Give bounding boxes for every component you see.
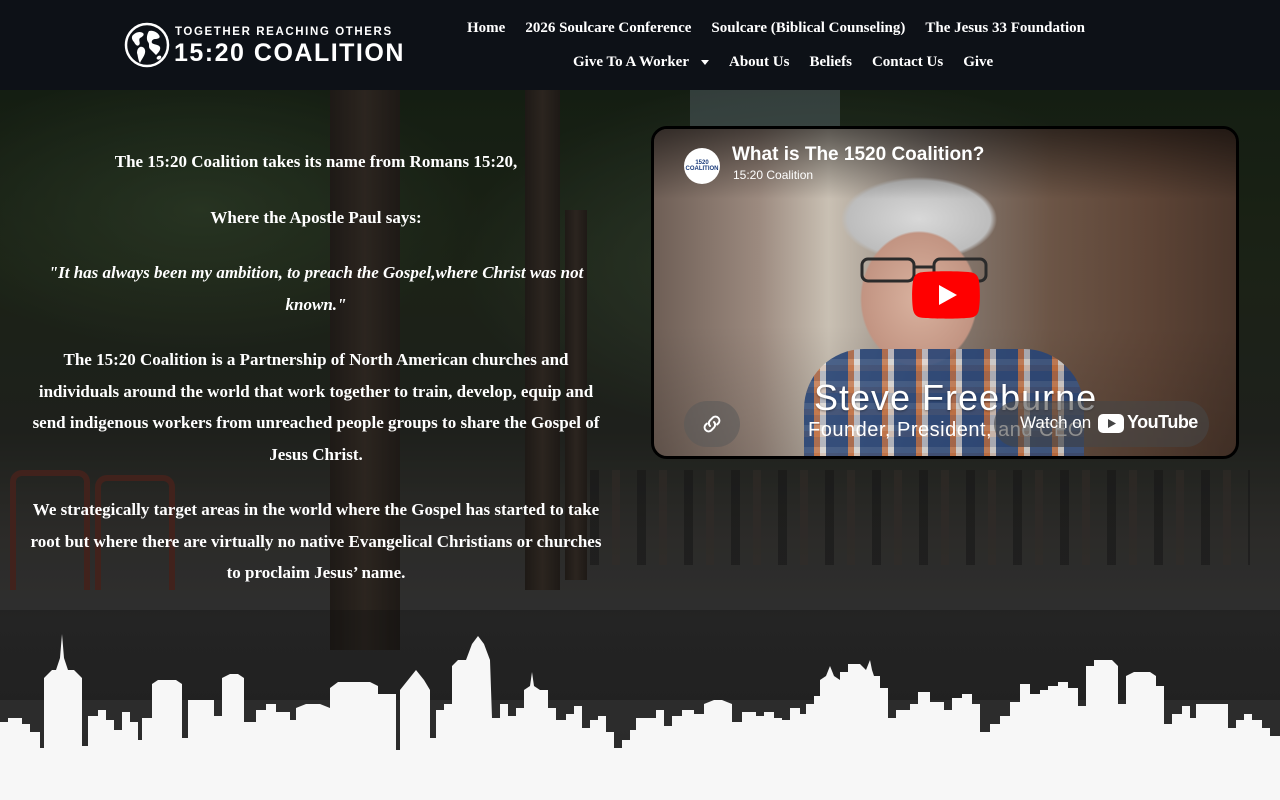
youtube-icon: [1098, 414, 1124, 433]
logo-tagline: TOGETHER REACHING OTHERS: [175, 26, 393, 38]
copy-link-button[interactable]: [684, 401, 740, 447]
site-logo[interactable]: TOGETHER REACHING OTHERS 15:20 COALITION: [124, 22, 403, 70]
nav-give[interactable]: Give: [953, 52, 1003, 72]
nav-give-to-a-worker-label: Give To A Worker: [573, 54, 689, 70]
primary-nav-row-1: Home 2026 Soulcare Conference Soulcare (…: [457, 18, 1095, 38]
nav-home[interactable]: Home: [457, 18, 515, 38]
hero-intro: The 15:20 Coalition takes its name from …: [114, 152, 518, 171]
channel-avatar-text: 1520 COALITION: [685, 160, 719, 172]
watch-on-label: Watch on: [1020, 413, 1092, 432]
nav-beliefs[interactable]: Beliefs: [799, 52, 862, 72]
youtube-wordmark: YouTube: [1127, 412, 1198, 432]
primary-nav-row-2: Give To A Worker About Us Beliefs Contac…: [563, 52, 1003, 72]
hero-strategy: We strategically target areas in the wor…: [30, 500, 602, 582]
globe-icon: [124, 22, 170, 68]
nav-give-to-a-worker[interactable]: Give To A Worker: [563, 52, 719, 72]
nav-soulcare-counseling[interactable]: Soulcare (Biblical Counseling): [701, 18, 915, 38]
watch-on-youtube-button[interactable]: Watch on YouTube: [994, 401, 1209, 447]
logo-name: 15:20 COALITION: [174, 39, 405, 67]
nav-contact-us[interactable]: Contact Us: [862, 52, 953, 72]
nav-soulcare-conference[interactable]: 2026 Soulcare Conference: [515, 18, 701, 38]
hero-quote: "It has always been my ambition, to prea…: [48, 263, 584, 314]
chevron-down-icon: [701, 59, 709, 65]
nav-jesus-33-foundation[interactable]: The Jesus 33 Foundation: [915, 18, 1095, 38]
city-skyline-divider: [0, 634, 1280, 800]
link-icon: [703, 415, 721, 433]
hero-partnership: The 15:20 Coalition is a Partnership of …: [32, 350, 600, 464]
hero-text: The 15:20 Coalition takes its name from …: [30, 146, 602, 613]
channel-avatar[interactable]: 1520 COALITION: [684, 148, 720, 184]
play-icon[interactable]: [912, 271, 980, 319]
youtube-video-embed[interactable]: 1520 COALITION What is The 1520 Coalitio…: [651, 126, 1239, 459]
site-header: TOGETHER REACHING OTHERS 15:20 COALITION…: [0, 0, 1280, 90]
video-channel[interactable]: 15:20 Coalition: [733, 168, 813, 182]
hero-where: Where the Apostle Paul says:: [210, 207, 422, 227]
nav-about-us[interactable]: About Us: [719, 52, 799, 72]
video-title[interactable]: What is The 1520 Coalition?: [732, 144, 984, 166]
